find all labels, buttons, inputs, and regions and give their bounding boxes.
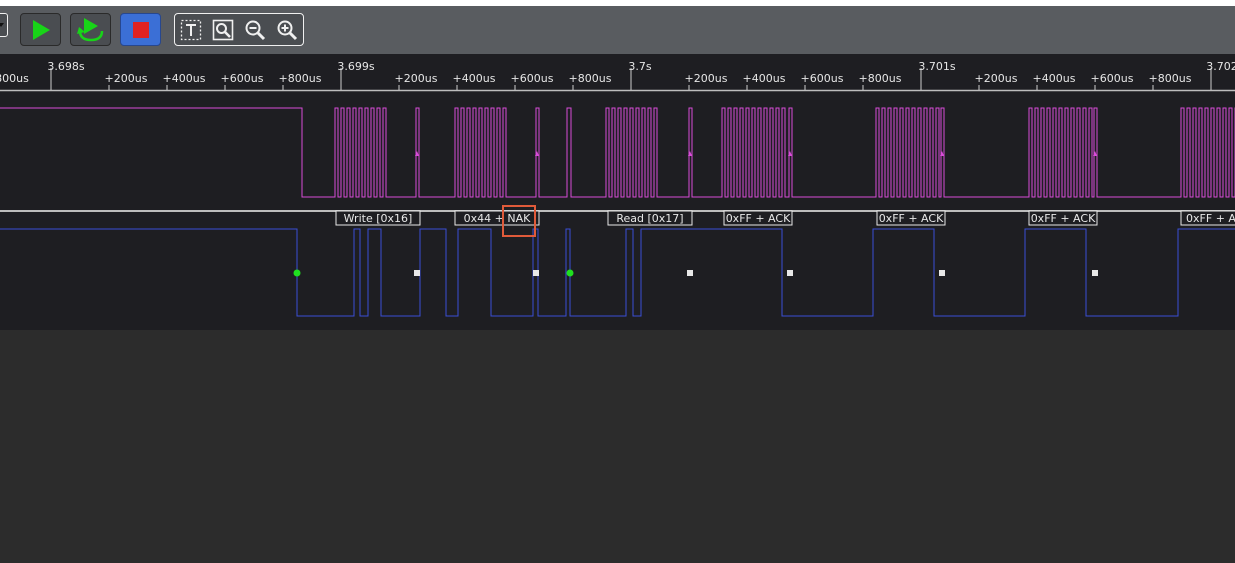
ruler-label: +400us <box>163 72 206 85</box>
ruler-label: 3.702 <box>1206 60 1235 73</box>
ack-bit-marker <box>533 270 539 276</box>
channel-1-trace <box>0 107 1235 198</box>
ruler-label: 3.701s <box>918 60 955 73</box>
channel-2-bit-markers <box>293 269 1098 277</box>
ack-bit-marker <box>939 270 945 276</box>
ruler-label: 800us <box>0 72 29 85</box>
decoder-label-text: 0xFF + A <box>1186 212 1235 225</box>
channel-1-edge-markers <box>415 151 1097 156</box>
start-condition-marker <box>566 269 574 277</box>
zoom-in-button[interactable] <box>273 16 301 43</box>
decoder-label[interactable]: 0xFF + ACK <box>1028 210 1098 226</box>
zoom-out-icon <box>245 20 266 40</box>
start-condition-marker <box>293 269 301 277</box>
ruler-label: +200us <box>105 72 148 85</box>
ruler-label: +400us <box>453 72 496 85</box>
ruler-label: +600us <box>221 72 264 85</box>
text-cursor-icon <box>180 19 202 40</box>
channel-2-trace <box>0 228 1235 317</box>
decoder-label[interactable]: 0x44 + NAK <box>454 210 540 226</box>
logic-analyzer-window: 800us 3.698s +200us +400us +600us +800us 3.699… <box>0 0 1235 563</box>
ruler-label: +400us <box>1033 72 1076 85</box>
decoder-label-text: Read [0x17] <box>616 212 683 225</box>
device-dropdown[interactable] <box>0 13 8 37</box>
ruler-label: +800us <box>279 72 322 85</box>
ruler-label: 3.698s <box>47 60 84 73</box>
decoder-label-text: 0x44 + NAK <box>464 212 531 225</box>
decoder-label-text: 0xFF + ACK <box>1031 212 1096 225</box>
zoom-in-icon <box>277 20 298 40</box>
ack-bit-marker <box>787 270 793 276</box>
ruler-label: +800us <box>859 72 902 85</box>
protocol-decoder-labels: Write [0x16] 0x44 + NAK Read [0x17] 0xFF + … <box>335 210 1235 226</box>
ruler-label: +800us <box>1149 72 1192 85</box>
decoder-label[interactable]: Write [0x16] <box>335 210 421 226</box>
ruler-label: 3.699s <box>337 60 374 73</box>
zoom-toolbar-group <box>174 13 304 46</box>
zoom-fit-icon <box>212 19 234 40</box>
decoder-label[interactable]: Read [0x17] <box>607 210 693 226</box>
ruler-label: +600us <box>511 72 554 85</box>
ruler-label: +200us <box>395 72 438 85</box>
decoder-label[interactable]: 0xFF + A <box>1180 210 1235 226</box>
decoder-label[interactable]: 0xFF + ACK <box>876 210 946 226</box>
waveform-viewer[interactable]: 800us 3.698s +200us +400us +600us +800us 3.699… <box>0 54 1235 330</box>
ack-bit-marker <box>687 270 693 276</box>
ruler-label: +400us <box>743 72 786 85</box>
ruler-label: +600us <box>801 72 844 85</box>
decoder-label-text: 0xFF + ACK <box>726 212 791 225</box>
chevron-down-icon <box>0 23 4 27</box>
play-icon <box>32 19 50 40</box>
zoom-out-button[interactable] <box>241 16 269 43</box>
zoom-fit-button[interactable] <box>209 16 237 43</box>
ruler-label: +800us <box>569 72 612 85</box>
ruler-label: +600us <box>1091 72 1134 85</box>
loop-play-icon <box>76 17 103 41</box>
toolbar <box>0 6 1235 54</box>
ruler-label: +200us <box>975 72 1018 85</box>
text-cursor-button[interactable] <box>177 16 205 43</box>
ack-bit-marker <box>414 270 420 276</box>
ack-bit-marker <box>1092 270 1098 276</box>
ruler-label: 3.7s <box>628 60 651 73</box>
loop-run-button[interactable] <box>70 13 111 46</box>
empty-workspace <box>0 330 1235 563</box>
decoder-label-text: 0xFF + ACK <box>879 212 944 225</box>
waveform-canvas[interactable]: 800us 3.698s +200us +400us +600us +800us 3.699… <box>0 54 1235 330</box>
stop-button[interactable] <box>120 13 161 46</box>
channel-2-waveform <box>0 228 1235 317</box>
decoder-label-text: Write [0x16] <box>344 212 413 225</box>
decoder-label[interactable]: 0xFF + ACK <box>723 210 793 226</box>
ruler-label: +200us <box>685 72 728 85</box>
stop-icon <box>132 21 149 38</box>
channel-1-waveform <box>0 107 1235 198</box>
run-button[interactable] <box>20 13 61 46</box>
